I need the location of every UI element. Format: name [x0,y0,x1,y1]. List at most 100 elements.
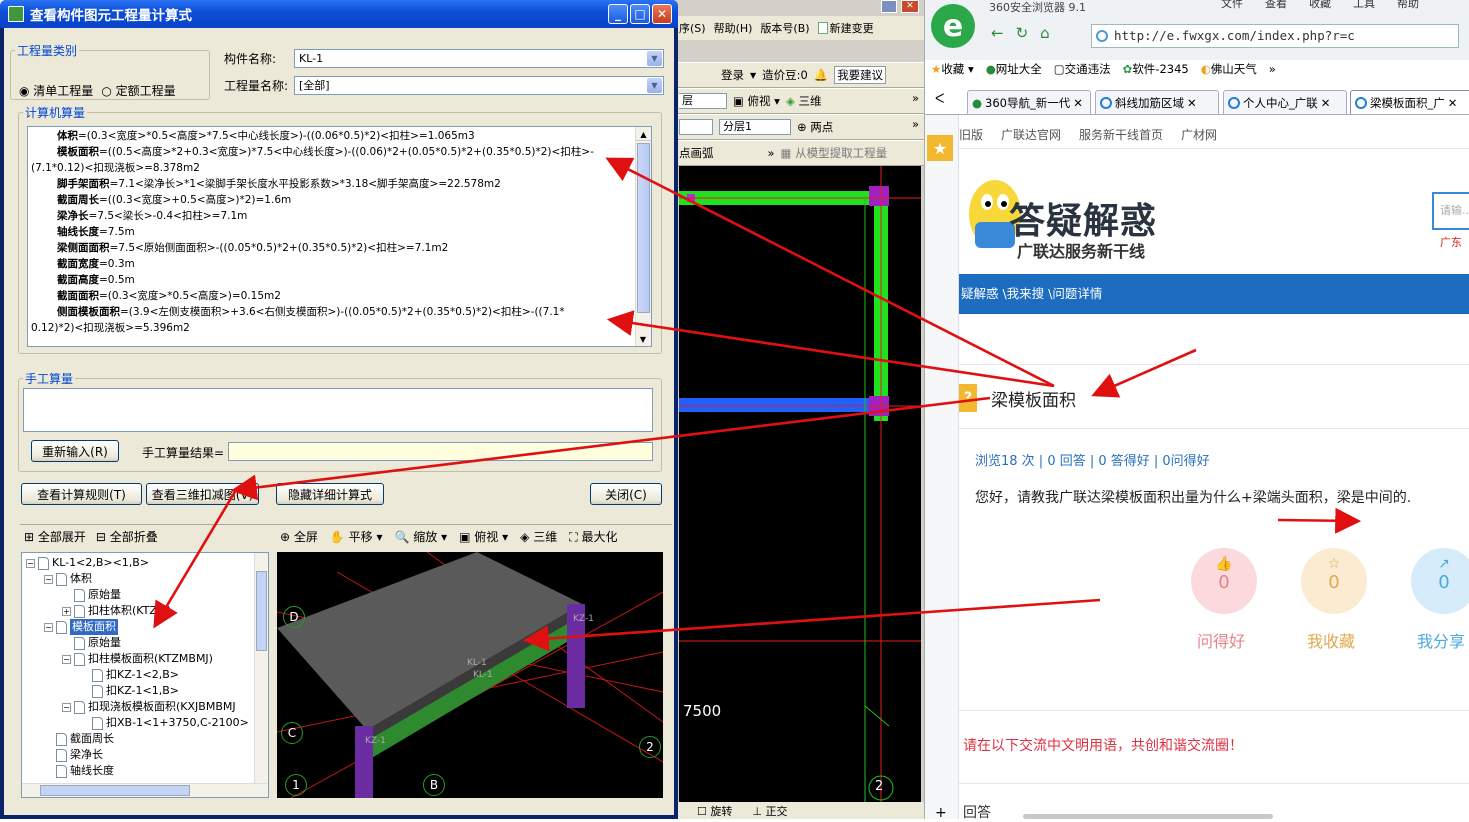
cad-canvas[interactable]: 7500 2 [679,166,921,802]
site-search-input[interactable]: 请输... [1432,192,1469,230]
expander-icon[interactable]: − [44,574,53,584]
toolbar-overflow-icon[interactable]: » [768,146,775,160]
3d-deduction-view[interactable]: D C B 1 2 KZ-1 KZ-1 KL-1 KL-1 [277,552,663,798]
radio-list-qty[interactable]: ◉ 清单工程量 [19,82,93,99]
expander-icon[interactable]: − [62,702,71,712]
tree-node[interactable]: 轴线长度 [44,763,114,779]
tree-node[interactable]: − KL-1<2,B><1,B> [26,555,149,571]
expander-icon[interactable]: − [62,654,71,664]
fullscreen-button[interactable]: ⊕ 全屏 [280,528,318,545]
toolbar-overflow-icon[interactable]: » [912,117,919,131]
bookmark-sites[interactable]: ●网址大全 [986,61,1042,77]
bookmark-fav[interactable]: ★收藏 ▾ [931,61,974,77]
scroll-down-icon[interactable]: ▼ [636,332,650,346]
calc-vscrollbar[interactable]: ▲ ▼ [635,127,651,346]
rotate-toggle[interactable]: ☐ 旋转 [697,803,732,819]
share-button[interactable]: ↗ 0 [1411,548,1469,614]
manual-calc-textarea[interactable] [23,388,653,432]
layer-combo-left[interactable] [679,119,713,135]
bookmark-weather[interactable]: ◐佛山天气 [1201,61,1257,77]
subnav-service[interactable]: 服务新干线首页 [1079,126,1163,143]
tree-node[interactable]: − 扣柱模板面积(KTZMBMJ) [62,651,213,667]
calc-formula-text[interactable]: 体积=(0.3<宽度>*0.5<高度>*7.5<中心线长度>)-((0.06*0… [27,126,652,347]
subnav-old[interactable]: 旧版 [959,126,983,143]
radio-quota-qty[interactable]: ○ 定额工程量 [101,82,175,99]
tab-close-icon[interactable]: ✕ [1448,96,1458,110]
cad-menu-prefix[interactable]: 序(S) [679,20,706,36]
tab-close-icon[interactable]: ✕ [1073,96,1083,110]
address-bar[interactable]: http://e.fwxgx.com/index.php?r=c [1091,24,1459,48]
collect-button[interactable]: ☆ 0 [1301,548,1367,614]
tree-vscrollbar[interactable] [254,553,268,783]
ortho-toggle[interactable]: ⊥ 正交 [752,803,787,819]
subnav-material[interactable]: 广材网 [1181,126,1217,143]
arc-button[interactable]: 点画弧 [679,145,714,161]
dialog-titlebar[interactable]: 查看构件图元工程量计算式 _ □ ✕ [0,0,678,28]
two-point-button[interactable]: ⊕ 两点 [797,119,833,135]
tree-node[interactable]: 截面周长 [44,731,114,747]
expander-icon[interactable]: − [44,622,53,632]
bookmark-2345[interactable]: ✿软件-2345 [1123,61,1189,77]
component-name-select[interactable]: KL-1 ▼ [294,49,664,68]
tree-node[interactable]: − 体积 [44,571,92,587]
menu-view[interactable]: 查看 [1265,0,1287,11]
menu-tools[interactable]: 工具 [1353,0,1375,11]
menu-file[interactable]: 文件 [1221,0,1243,11]
tree-node[interactable]: + 扣柱体积(KTZTJ) [62,603,171,619]
tree-hscrollbar[interactable] [22,783,268,797]
reinput-button[interactable]: 重新输入(R) [31,440,119,462]
cad-menu-new-change[interactable]: 新建变更 [817,20,874,36]
tree-node[interactable]: 扣KZ-1<1,B> [80,683,179,699]
minimize-button[interactable]: _ [608,4,628,24]
bookmark-traffic[interactable]: ▢交通违法 [1054,61,1111,77]
bell-icon[interactable]: 🔔 [814,68,828,82]
zoom-button[interactable]: 🔍 缩放 ▾ [395,528,448,545]
tab-slash-area[interactable]: 斜线加筋区域 ✕ [1095,90,1219,114]
menu-help[interactable]: 帮助 [1397,0,1419,11]
tree-hscroll-thumb[interactable] [40,785,190,796]
tree-node[interactable]: 扣KZ-1<2,B> [80,667,179,683]
login-button[interactable]: 登录 [721,67,744,83]
maximize-view-button[interactable]: ⛶ 最大化 [569,528,617,545]
expander-icon[interactable]: + [62,606,71,616]
bookmark-overflow-icon[interactable]: » [1269,62,1276,76]
maximize-button[interactable]: □ [630,4,650,24]
scroll-up-icon[interactable]: ▲ [636,127,651,141]
tree-node[interactable]: 扣XB-1<1+3750,C-2100> [80,715,249,731]
login-dropdown-icon[interactable]: ▼ [750,71,756,80]
tab-scroll-left-icon[interactable]: ᐸ [935,92,944,107]
qty-name-select[interactable]: [全部] ▼ [294,76,664,95]
refresh-icon[interactable]: ↻ [1016,24,1029,42]
tree-node[interactable]: − 扣现浇板模板面积(KXJBMBMJ [62,699,236,715]
close-window-button[interactable]: ✕ [652,4,672,24]
cad-minimize-button[interactable] [881,0,897,13]
cad-close-button[interactable]: ✕ [901,0,919,13]
tab-360nav[interactable]: ● 360导航_新一代 ✕ [967,90,1091,114]
tree-node[interactable]: 梁净长 [44,747,103,763]
horizontal-scrollbar[interactable] [1023,814,1273,819]
floor-combo[interactable]: 层 [679,93,727,109]
hide-detail-button[interactable]: 隐藏详细计算式 [276,483,384,505]
scroll-thumb[interactable] [637,143,650,313]
cad-menu-help[interactable]: 帮助(H) [714,20,753,36]
breadcrumb-bar[interactable]: 疑解惑 \我来搜 \问题详情 [959,274,1469,314]
extract-qty-button[interactable]: ▦ 从模型提取工程量 [781,145,888,161]
top-view-button[interactable]: ▣ 俯视 ▾ [733,93,780,109]
like-button[interactable]: 👍 0 [1191,548,1257,614]
tree-node[interactable]: 原始量 [62,587,121,603]
tree-node[interactable]: 原始量 [62,635,121,651]
favorite-star-icon[interactable]: ★ [927,135,953,161]
tab-active-beam[interactable]: 梁模板面积_广 ✕ [1350,90,1469,114]
qty-tree[interactable]: − KL-1<2,B><1,B> − 体积 原始量 + 扣柱体积(KTZTJ) − 模板面积 原始… [21,552,269,798]
tab-personal[interactable]: 个人中心_广联 ✕ [1223,90,1347,114]
collapse-all-button[interactable]: ⊟ 全部折叠 [96,528,158,545]
topview-button[interactable]: ▣ 俯视 ▾ [459,528,508,545]
toolbar-overflow-icon[interactable]: » [912,91,919,105]
3d-button[interactable]: ◈ 三维 [520,528,557,545]
pan-button[interactable]: ✋ 平移 ▾ [330,528,383,545]
view-rules-button[interactable]: 查看计算规则(T) [21,483,142,505]
expander-icon[interactable]: − [26,558,35,568]
back-icon[interactable]: ← [991,24,1004,42]
view-3d-deduction-button[interactable]: 查看三维扣减图(V) [146,483,259,505]
sublayer-combo[interactable]: 分层1 [719,119,791,135]
